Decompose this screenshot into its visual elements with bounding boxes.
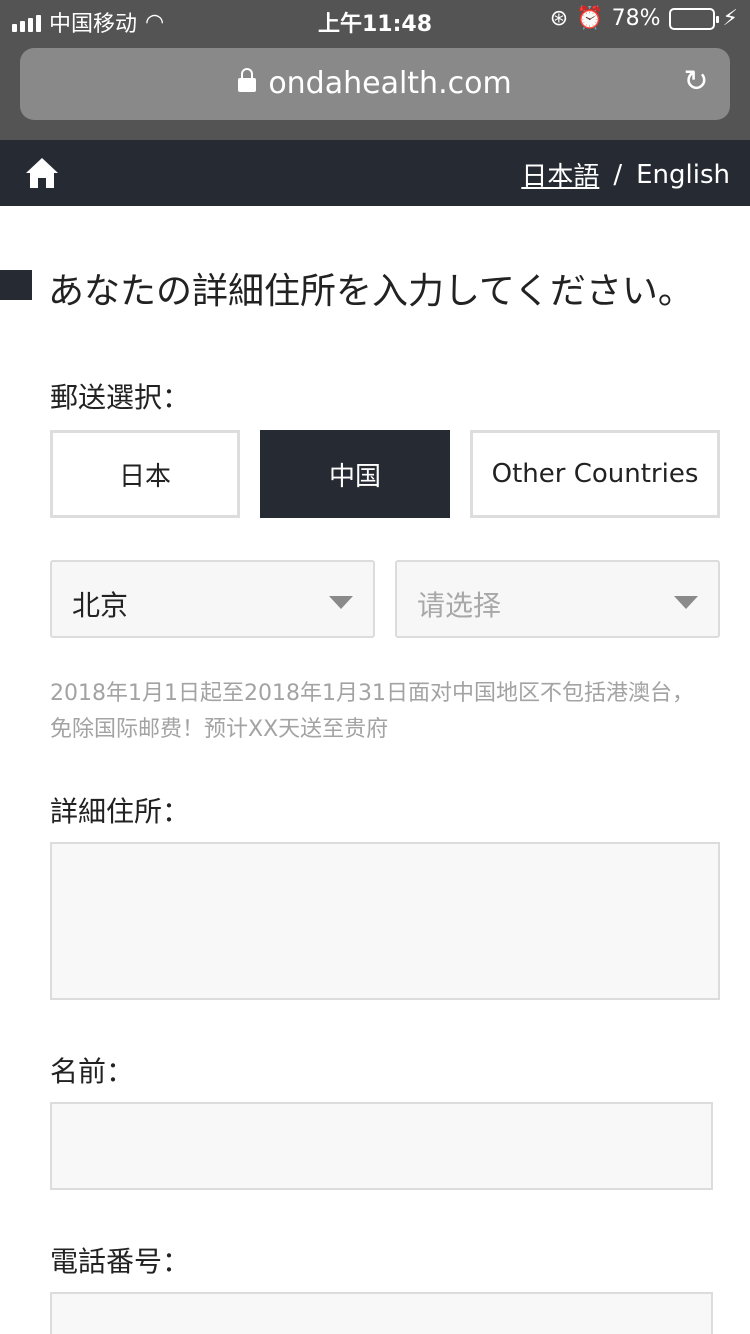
site-nav: 日本語 / English: [0, 140, 750, 206]
city-select-placeholder: 请选择: [417, 589, 502, 622]
status-bar: 中国移动 ◠ 上午11:48 ⊛ ⏰ 78% ⚡: [0, 0, 750, 40]
url-display[interactable]: ondahealth.com: [20, 66, 730, 101]
address-textarea[interactable]: [50, 842, 720, 1000]
shipping-label: 郵送選択：: [50, 381, 191, 414]
rotation-lock-icon: ⊛: [549, 6, 569, 31]
language-switcher: 日本語 / English: [521, 156, 730, 193]
name-input[interactable]: [50, 1102, 713, 1190]
lang-english-link[interactable]: English: [636, 160, 730, 190]
page-title: あなたの詳細住所を入力してください。: [48, 271, 694, 312]
reload-icon[interactable]: ↻: [680, 66, 712, 98]
heading-marker: [0, 270, 32, 300]
tab-china[interactable]: 中国: [260, 430, 450, 518]
name-label: 名前：: [50, 1055, 135, 1088]
charging-icon: ⚡: [722, 6, 738, 31]
province-select[interactable]: 北京: [50, 560, 375, 638]
lang-japanese-link[interactable]: 日本語: [521, 156, 599, 193]
city-select[interactable]: 请选择: [395, 560, 720, 638]
tab-japan[interactable]: 日本: [50, 430, 240, 518]
url-text: ondahealth.com: [268, 66, 512, 101]
battery-icon: [668, 7, 719, 30]
browser-chrome: 中国移动 ◠ 上午11:48 ⊛ ⏰ 78% ⚡ ondahealth.com …: [0, 0, 750, 140]
phone-input[interactable]: [50, 1292, 713, 1334]
section-heading: あなたの詳細住所を入力してください。: [0, 262, 750, 312]
chevron-down-icon: [329, 596, 353, 609]
shipping-notice: 2018年1月1日起至2018年1月31日面对中国地区不包括港澳台，免除国际邮费…: [50, 681, 694, 742]
battery-percent: 78%: [611, 6, 661, 31]
alarm-icon: ⏰: [576, 6, 604, 31]
address-label: 詳細住所：: [50, 795, 191, 828]
chevron-down-icon: [674, 596, 698, 609]
url-bar[interactable]: ondahealth.com ↻: [20, 48, 730, 120]
lock-icon: [238, 67, 257, 92]
lang-separator: /: [613, 159, 623, 190]
home-icon[interactable]: [24, 156, 60, 190]
phone-label: 電話番号：: [50, 1245, 191, 1278]
tab-other-countries[interactable]: Other Countries: [470, 430, 720, 518]
province-select-value: 北京: [72, 589, 129, 622]
status-right: ⊛ ⏰ 78% ⚡: [550, 6, 738, 31]
